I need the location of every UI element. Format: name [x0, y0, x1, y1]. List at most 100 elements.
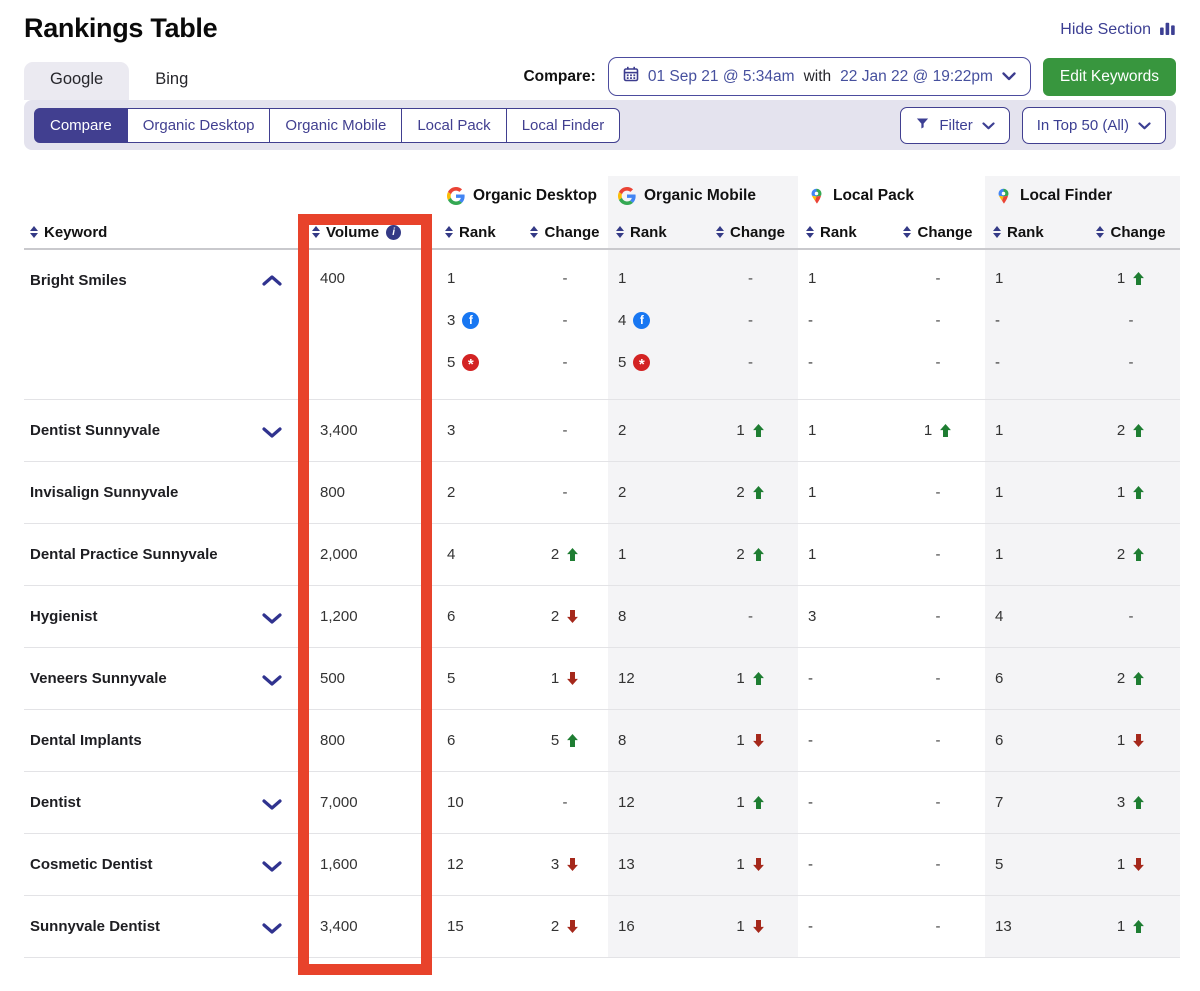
sort-icon[interactable]	[30, 226, 38, 238]
rank-value: 6	[447, 732, 455, 749]
rank-value: 6	[995, 670, 1003, 687]
volume-value: 800	[320, 732, 437, 749]
change-column-header-lf[interactable]: Change	[1082, 216, 1180, 248]
chevron-down-icon[interactable]	[262, 675, 282, 686]
rank-cell-om: 2	[608, 462, 703, 523]
change-cell-om: -	[703, 586, 798, 647]
volume-cell: 400	[300, 250, 437, 399]
engine-tab-bing[interactable]: Bing	[129, 62, 214, 100]
change-line: -	[522, 479, 608, 507]
hide-section-link[interactable]: Hide Section	[1060, 19, 1176, 41]
sort-icon[interactable]	[312, 226, 320, 238]
rank-line: 12	[608, 789, 703, 817]
arrow-up-icon	[752, 672, 765, 685]
change-column-header-od[interactable]: Change	[522, 216, 608, 248]
change-value: 1	[736, 670, 744, 687]
rank-column-header-lp[interactable]: Rank	[798, 216, 891, 248]
chevron-down-icon[interactable]	[262, 799, 282, 810]
map-pin-icon	[995, 188, 1012, 205]
no-change-dash: -	[748, 270, 753, 287]
sort-icon[interactable]	[903, 226, 911, 238]
chevron-up-icon[interactable]	[262, 275, 282, 286]
change-line: -	[891, 913, 985, 941]
rank-line: 6	[437, 727, 522, 755]
rank-cell-od: 2	[437, 462, 522, 523]
filter-button[interactable]: Filter	[900, 107, 1009, 144]
rank-column-header-od[interactable]: Rank	[437, 216, 522, 248]
change-value: 1	[1117, 856, 1125, 873]
sort-icon[interactable]	[530, 226, 538, 238]
rank-line: -	[798, 665, 891, 693]
volume-cell: 800	[300, 462, 437, 523]
change-cell-od: -	[522, 772, 608, 833]
volume-value: 2,000	[320, 546, 437, 563]
rank-value: -	[995, 354, 1000, 371]
change-column-label: Change	[917, 224, 972, 241]
chevron-down-icon[interactable]	[262, 613, 282, 624]
chevron-down-icon[interactable]	[262, 861, 282, 872]
view-tab-organic-desktop[interactable]: Organic Desktop	[127, 108, 271, 143]
rank-value: 12	[618, 794, 635, 811]
change-line: -	[1082, 348, 1180, 376]
sort-icon[interactable]	[1096, 226, 1104, 238]
rank-column-header-lf[interactable]: Rank	[985, 216, 1082, 248]
rank-value: 15	[447, 918, 464, 935]
rank-line: 10	[437, 789, 522, 817]
change-column-header-om[interactable]: Change	[703, 216, 798, 248]
table-column-header-row: KeywordVolumeiRankChangeRankChangeRankCh…	[24, 216, 1180, 250]
rank-value: 6	[995, 732, 1003, 749]
rank-cell-om: 8	[608, 710, 703, 771]
rank-line: 4	[437, 541, 522, 569]
rank-line: 6	[985, 665, 1082, 693]
keyword-column-header[interactable]: Keyword	[24, 216, 300, 248]
keyword-label: Dentist Sunnyvale	[30, 422, 160, 439]
rank-cell-om: 14f5*	[608, 250, 703, 399]
rank-filter-dropdown[interactable]: In Top 50 (All)	[1022, 107, 1166, 144]
rank-value: 3	[447, 312, 455, 329]
change-cell-lp: -	[891, 710, 985, 771]
no-change-dash: -	[563, 794, 568, 811]
rank-value: -	[808, 670, 813, 687]
view-tab-local-finder[interactable]: Local Finder	[506, 108, 621, 143]
change-cell-od: 2	[522, 524, 608, 585]
sort-icon[interactable]	[616, 226, 624, 238]
chevron-down-icon[interactable]	[262, 923, 282, 934]
group-header-lf: Local Finder	[985, 176, 1180, 216]
change-line: 1	[703, 417, 798, 445]
rank-line: 1	[985, 541, 1082, 569]
chevron-down-icon[interactable]	[262, 427, 282, 438]
rank-value: 1	[618, 270, 626, 287]
compare-date-selector[interactable]: 01 Sep 21 @ 5:34am with 22 Jan 22 @ 19:2…	[608, 57, 1031, 96]
sort-icon[interactable]	[716, 226, 724, 238]
arrow-down-icon	[752, 734, 765, 747]
rank-cell-lp: -	[798, 648, 891, 709]
info-icon[interactable]: i	[386, 225, 401, 240]
change-column-header-lp[interactable]: Change	[891, 216, 985, 248]
engine-tab-google[interactable]: Google	[24, 62, 129, 100]
rank-line: 2	[608, 479, 703, 507]
view-tab-local-pack[interactable]: Local Pack	[401, 108, 506, 143]
view-tab-organic-mobile[interactable]: Organic Mobile	[269, 108, 402, 143]
change-line: 1	[703, 913, 798, 941]
change-cell-om: 1	[703, 772, 798, 833]
keyword-cell: Dentist	[24, 772, 300, 833]
no-change-dash: -	[936, 354, 941, 371]
change-cell-lf: 1	[1082, 834, 1180, 895]
table-row: Sunnyvale Dentist3,400152161--131	[24, 896, 1180, 958]
change-line: -	[522, 789, 608, 817]
keyword-cell: Dentist Sunnyvale	[24, 400, 300, 461]
edit-keywords-button[interactable]: Edit Keywords	[1043, 58, 1176, 96]
rank-column-header-om[interactable]: Rank	[608, 216, 703, 248]
rank-line: -	[798, 851, 891, 879]
volume-column-header[interactable]: Volumei	[300, 216, 437, 248]
rank-value: 5	[618, 354, 626, 371]
keyword-label: Hygienist	[30, 608, 98, 625]
view-tab-compare[interactable]: Compare	[34, 108, 128, 143]
change-value: 2	[1117, 670, 1125, 687]
sort-icon[interactable]	[806, 226, 814, 238]
sort-icon[interactable]	[445, 226, 453, 238]
table-row: Dental Practice Sunnyvale2,00042121-12	[24, 524, 1180, 586]
sort-icon[interactable]	[993, 226, 1001, 238]
change-cell-om: 1	[703, 834, 798, 895]
change-cell-lf: -	[1082, 586, 1180, 647]
